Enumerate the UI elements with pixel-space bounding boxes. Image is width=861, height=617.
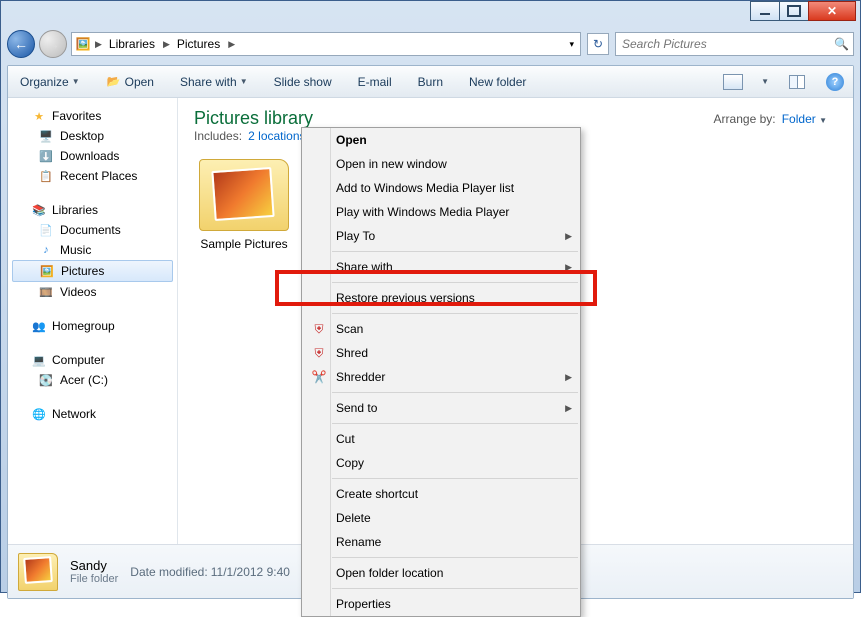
titlebar [1, 1, 860, 29]
network-group[interactable]: 🌐Network [8, 404, 177, 424]
back-button[interactable]: ← [7, 30, 35, 58]
help-icon: ? [826, 73, 844, 91]
ctx-properties[interactable]: Properties [302, 592, 580, 616]
sidebar-item-desktop[interactable]: 🖥️Desktop [8, 126, 177, 146]
favorites-group[interactable]: ★Favorites [8, 106, 177, 126]
search-box[interactable]: 🔍 [615, 32, 854, 56]
chevron-down-icon[interactable]: ▾ [569, 39, 574, 50]
sidebar-item-music[interactable]: ♪Music [8, 240, 177, 260]
chevron-right-icon[interactable]: ▶ [225, 39, 238, 50]
breadcrumb-pictures[interactable]: Pictures [173, 37, 225, 51]
view-options-button[interactable] [723, 72, 743, 92]
ctx-create-shortcut[interactable]: Create shortcut [302, 482, 580, 506]
computer-icon: 💻 [31, 352, 47, 368]
ctx-open-new-window[interactable]: Open in new window [302, 152, 580, 176]
video-icon: 🎞️ [38, 284, 54, 300]
pictures-icon: 🖼️ [39, 263, 55, 279]
ctx-restore-previous[interactable]: Restore previous versions [302, 286, 580, 310]
search-input[interactable] [620, 36, 834, 52]
breadcrumb-libraries[interactable]: Libraries [105, 37, 160, 51]
burn-button[interactable]: Burn [414, 72, 447, 92]
sidebar-item-drive-c[interactable]: 💽Acer (C:) [8, 370, 177, 390]
details-name: Sandy [70, 558, 118, 573]
homegroup-icon: 👥 [31, 318, 47, 334]
chevron-right-icon: ▶ [565, 262, 572, 273]
homegroup-group[interactable]: 👥Homegroup [8, 316, 177, 336]
shredder-icon: ✂️ [310, 370, 328, 384]
folder-icon [199, 159, 289, 231]
details-type: File folder [70, 573, 118, 585]
desktop-icon: 🖥️ [38, 128, 54, 144]
slideshow-button[interactable]: Slide show [270, 72, 336, 92]
locations-link[interactable]: 2 locations [248, 129, 305, 143]
nav-bar: ← → 🖼️ ▶ Libraries ▶ Pictures ▶ ▾ ↻ 🔍 [7, 29, 854, 59]
sidebar-item-recent[interactable]: 📋Recent Places [8, 166, 177, 186]
ctx-shredder[interactable]: ✂️Shredder▶ [302, 365, 580, 389]
chevron-right-icon[interactable]: ▶ [92, 39, 105, 50]
arrange-by: Arrange by: Folder ▼ [714, 112, 827, 126]
ctx-scan[interactable]: ⛨Scan [302, 317, 580, 341]
chevron-down-icon: ▼ [819, 116, 827, 125]
maximize-button[interactable] [779, 1, 809, 21]
sidebar-item-documents[interactable]: 📄Documents [8, 220, 177, 240]
libraries-group[interactable]: 📚Libraries [8, 200, 177, 220]
sidebar-item-downloads[interactable]: ⬇️Downloads [8, 146, 177, 166]
pictures-library-icon: 🖼️ [74, 37, 92, 51]
recent-icon: 📋 [38, 168, 54, 184]
shield-icon: ⛨ [310, 322, 328, 337]
ctx-cut[interactable]: Cut [302, 427, 580, 451]
navigation-pane: ★Favorites 🖥️Desktop ⬇️Downloads 📋Recent… [8, 98, 178, 544]
download-icon: ⬇️ [38, 148, 54, 164]
ctx-send-to[interactable]: Send to▶ [302, 396, 580, 420]
network-icon: 🌐 [31, 406, 47, 422]
ctx-add-wmp-list[interactable]: Add to Windows Media Player list [302, 176, 580, 200]
shield-icon: ⛨ [310, 346, 328, 361]
help-button[interactable]: ? [825, 72, 845, 92]
chevron-right-icon: ▶ [565, 372, 572, 383]
minimize-button[interactable] [750, 1, 780, 21]
sidebar-item-pictures[interactable]: 🖼️Pictures [12, 260, 173, 282]
ctx-share-with[interactable]: Share with▶ [302, 255, 580, 279]
ctx-copy[interactable]: Copy [302, 451, 580, 475]
forward-button[interactable]: → [39, 30, 67, 58]
ctx-rename[interactable]: Rename [302, 530, 580, 554]
context-menu: Open Open in new window Add to Windows M… [301, 127, 581, 617]
computer-group[interactable]: 💻Computer [8, 350, 177, 370]
document-icon: 📄 [38, 222, 54, 238]
close-button[interactable] [808, 1, 856, 21]
organize-menu[interactable]: Organize▼ [16, 72, 84, 92]
share-with-menu[interactable]: Share with▼ [176, 72, 252, 92]
ctx-delete[interactable]: Delete [302, 506, 580, 530]
search-icon: 🔍 [834, 37, 849, 51]
details-date-modified: Date modified: 11/1/2012 9:40 [130, 565, 290, 579]
ctx-play-to[interactable]: Play To▶ [302, 224, 580, 248]
chevron-right-icon: ▶ [565, 403, 572, 414]
libraries-icon: 📚 [31, 202, 47, 218]
chevron-right-icon[interactable]: ▶ [160, 39, 173, 50]
explorer-window: ← → 🖼️ ▶ Libraries ▶ Pictures ▶ ▾ ↻ 🔍 Or… [0, 0, 861, 593]
star-icon: ★ [31, 108, 47, 124]
ctx-open-folder-location[interactable]: Open folder location [302, 561, 580, 585]
refresh-button[interactable]: ↻ [587, 33, 609, 55]
sidebar-item-videos[interactable]: 🎞️Videos [8, 282, 177, 302]
folder-item-sample-pictures[interactable]: Sample Pictures [194, 159, 294, 251]
address-bar[interactable]: 🖼️ ▶ Libraries ▶ Pictures ▶ ▾ [71, 32, 581, 56]
chevron-down-icon[interactable]: ▼ [761, 77, 769, 86]
ctx-open[interactable]: Open [302, 128, 580, 152]
command-bar: Organize▼ 📂Open Share with▼ Slide show E… [8, 66, 853, 98]
ctx-shred[interactable]: ⛨Shred [302, 341, 580, 365]
preview-pane-button[interactable] [787, 72, 807, 92]
ctx-play-wmp[interactable]: Play with Windows Media Player [302, 200, 580, 224]
folder-icon [18, 553, 58, 591]
chevron-right-icon: ▶ [565, 231, 572, 242]
arrange-by-menu[interactable]: Folder ▼ [782, 112, 827, 126]
music-icon: ♪ [38, 242, 54, 258]
folder-icon: 📂 [106, 74, 122, 90]
open-button[interactable]: 📂Open [102, 71, 158, 93]
new-folder-button[interactable]: New folder [465, 72, 530, 92]
email-button[interactable]: E-mail [354, 72, 396, 92]
drive-icon: 💽 [38, 372, 54, 388]
